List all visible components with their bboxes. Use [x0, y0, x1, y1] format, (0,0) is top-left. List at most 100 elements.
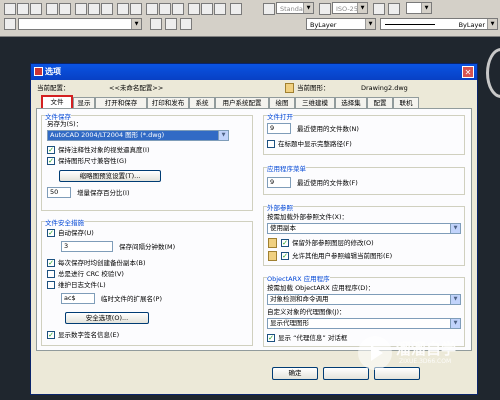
layer-combo[interactable]: ▼	[18, 18, 142, 30]
temp-extension-input[interactable]: ac$	[61, 293, 95, 304]
dim-style-icon[interactable]	[319, 3, 331, 15]
preview-icon[interactable]	[59, 3, 71, 15]
tab-profiles[interactable]: 配置	[367, 97, 393, 108]
arx-load-select[interactable]: 对象检测和命令调用 ▼	[267, 294, 461, 305]
design-center-icon[interactable]	[201, 3, 213, 15]
watermark-text: 溜溜自学	[396, 340, 457, 358]
new-icon[interactable]	[4, 3, 16, 15]
close-button[interactable]: ✕	[462, 66, 474, 78]
style-combo[interactable]: ▼	[406, 2, 432, 14]
annotative-fidelity-checkbox[interactable]: ✓	[47, 146, 55, 154]
retain-xref-label: 保留外部参照图层的修改(O)	[292, 239, 374, 247]
log-file-label: 维护日志文件(L)	[58, 281, 106, 289]
tab-display[interactable]: 显示	[73, 97, 95, 108]
incremental-save-input[interactable]: 50	[47, 187, 71, 198]
linetype-combo[interactable]: ByLayer ▼	[380, 18, 498, 30]
paste-icon[interactable]	[101, 3, 113, 15]
zoom-window-icon[interactable]	[172, 3, 184, 15]
tab-selection[interactable]: 选择集	[335, 97, 367, 108]
dim-style-combo[interactable]: ISO-25 ▼	[332, 2, 368, 14]
chevron-down-icon: ▼	[218, 131, 228, 140]
tab-files[interactable]: 文件	[41, 95, 73, 108]
chevron-down-icon: ▼	[131, 19, 141, 29]
help-icon[interactable]	[230, 3, 242, 15]
file-open-title: 文件打开	[267, 111, 293, 121]
tab-system[interactable]: 系统	[189, 97, 215, 108]
text-style-icon[interactable]	[263, 3, 275, 15]
table-style-icon[interactable]	[373, 3, 385, 15]
crc-checkbox[interactable]	[47, 270, 55, 278]
chevron-down-icon: ▼	[357, 3, 367, 13]
tab-drafting[interactable]: 绘图	[269, 97, 295, 108]
drawing-size-compat-checkbox[interactable]: ✓	[47, 157, 55, 165]
proxy-info-label: 显示 “代理信息” 对话框	[278, 334, 348, 342]
retain-xref-checkbox[interactable]: ✓	[281, 239, 289, 247]
copy-icon[interactable]	[88, 3, 100, 15]
backup-checkbox[interactable]: ✓	[47, 259, 55, 267]
objectarx-title: ObjectARX 应用程序	[267, 273, 330, 283]
tab-open-save[interactable]: 打开和保存	[95, 97, 147, 108]
layer-previous-icon[interactable]	[150, 18, 162, 30]
ok-button[interactable]: 确定	[272, 367, 318, 380]
multileader-icon[interactable]	[388, 3, 400, 15]
chevron-down-icon: ▼	[421, 3, 431, 13]
arx-load-label: 按需加载 ObjectARX 应用程序(D)：	[267, 284, 375, 292]
tab-online[interactable]: 联机	[393, 97, 419, 108]
full-path-checkbox[interactable]	[267, 140, 275, 148]
full-path-label: 在标题中显示完整路径(F)	[278, 140, 352, 148]
chevron-down-icon: ▼	[303, 3, 313, 13]
log-file-checkbox[interactable]	[47, 281, 55, 289]
security-options-button[interactable]: 安全选项(O)...	[65, 312, 149, 324]
cut-icon[interactable]	[75, 3, 87, 15]
tool-palette-icon[interactable]	[214, 3, 226, 15]
pan-icon[interactable]	[146, 3, 158, 15]
tab-user-preferences[interactable]: 用户系统配置	[215, 97, 269, 108]
file-open-group	[263, 115, 465, 155]
thumbnail-settings-button[interactable]: 缩略图预览设置(T)...	[59, 170, 161, 182]
layer-state-icon[interactable]	[165, 18, 177, 30]
open-icon[interactable]	[17, 3, 29, 15]
annotative-fidelity-label: 保持注释性对象的视觉逼真度(I)	[58, 146, 150, 154]
redo-icon[interactable]	[130, 3, 142, 15]
chevron-down-icon: ▼	[450, 319, 460, 328]
demand-load-label: 按需加载外部参照文件(X)：	[267, 213, 349, 221]
current-drawing-value: Drawing2.dwg	[361, 84, 408, 92]
color-combo[interactable]: ByLayer ▼	[306, 18, 376, 30]
save-interval-input[interactable]: 3	[61, 241, 113, 252]
drawing-size-compat-label: 保持图形尺寸兼容性(G)	[58, 157, 127, 165]
digital-signature-checkbox[interactable]: ✓	[47, 331, 55, 339]
undo-icon[interactable]	[117, 3, 129, 15]
tab-plot-publish[interactable]: 打印和发布	[147, 97, 189, 108]
print-icon[interactable]	[46, 3, 58, 15]
recent-files-input[interactable]: 9	[267, 123, 291, 134]
zoom-icon[interactable]	[159, 3, 171, 15]
chevron-down-icon: ▼	[487, 19, 497, 29]
tab-3d-modeling[interactable]: 三维建模	[295, 97, 335, 108]
current-drawing-label: 当前图形：	[297, 84, 330, 92]
save-as-select[interactable]: AutoCAD 2004/LT2004 图形 (*.dwg) ▼	[47, 130, 229, 141]
current-profile-label: 当前配置：	[37, 84, 70, 92]
properties-icon[interactable]	[188, 3, 200, 15]
layer-manager-icon[interactable]	[4, 18, 16, 30]
app-recent-label: 最近使用的文件数(F)	[297, 179, 358, 187]
chevron-down-icon: ▼	[450, 224, 460, 233]
xref-edit-icon	[268, 251, 277, 261]
app-recent-input[interactable]: 9	[267, 177, 291, 188]
autosave-label: 自动保存(U)	[58, 229, 94, 237]
save-interval-label: 保存间隔分钟数(M)	[119, 243, 176, 251]
dialog-titlebar: 选项 ✕	[31, 64, 477, 80]
autosave-checkbox[interactable]: ✓	[47, 229, 55, 237]
demand-load-select[interactable]: 使用副本 ▼	[267, 223, 461, 234]
allow-edit-checkbox[interactable]: ✓	[281, 252, 289, 260]
chevron-down-icon: ▼	[450, 295, 460, 304]
incremental-save-label: 增量保存百分比(I)	[77, 189, 130, 197]
proxy-image-select[interactable]: 显示代理图形 ▼	[267, 318, 461, 329]
text-style-combo[interactable]: Standard ▼	[276, 2, 314, 14]
chevron-down-icon: ▼	[365, 19, 375, 29]
save-icon[interactable]	[30, 3, 42, 15]
save-as-label: 另存为(S)：	[47, 120, 83, 128]
proxy-image-label: 自定义对象的代理图像(J)：	[267, 308, 346, 316]
color-icon[interactable]	[180, 18, 192, 30]
app-icon	[34, 67, 43, 76]
proxy-info-checkbox[interactable]: ✓	[267, 334, 275, 342]
